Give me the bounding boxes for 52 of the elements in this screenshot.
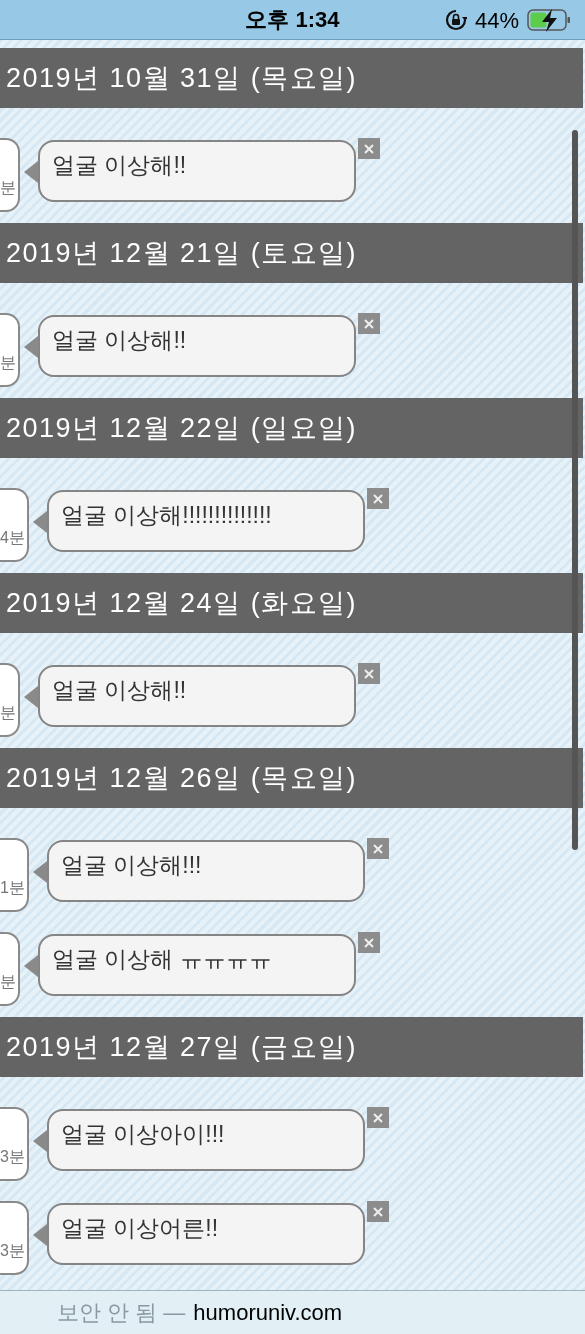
- message-bubble: 얼굴 이상해!!: [38, 665, 356, 727]
- bubble-tail: [32, 861, 47, 883]
- bubble-tail: [24, 686, 38, 708]
- bubble-tail: [24, 336, 38, 358]
- close-button[interactable]: [358, 313, 380, 334]
- message-bubble: 얼굴 이상해!!: [38, 140, 356, 202]
- close-button[interactable]: [358, 663, 380, 684]
- date-header: 2019년 12월 26일 (목요일): [0, 748, 583, 808]
- clock-time: 오후 1:34: [245, 6, 340, 34]
- url-text[interactable]: humoruniv.com: [193, 1296, 343, 1329]
- close-button[interactable]: [358, 138, 380, 159]
- message-bubble: 얼굴 이상해!!!: [46, 840, 365, 902]
- bubble-tail: [24, 161, 38, 183]
- close-button[interactable]: [358, 932, 380, 953]
- bubble-tail: [32, 1130, 47, 1152]
- time-card: 3분: [0, 1107, 29, 1181]
- close-icon: [364, 668, 374, 679]
- time-card: 분: [0, 932, 20, 1006]
- date-header: 2019년 12월 24일 (화요일): [0, 573, 583, 633]
- bubble-tail: [24, 955, 38, 977]
- message-bubble: 얼굴 이상해 ㅠㅠㅠㅠ: [38, 934, 356, 996]
- message-bubble: 얼굴 이상어른!!: [46, 1203, 365, 1265]
- message-bubble: 얼굴 이상해!!!!!!!!!!!!!!: [46, 490, 365, 552]
- date-header: 2019년 12월 21일 (토요일): [0, 223, 583, 283]
- bubble-tail: [32, 511, 47, 533]
- close-icon: [364, 937, 374, 948]
- rotation-lock-icon: [444, 9, 467, 31]
- close-button[interactable]: [366, 1107, 389, 1128]
- close-icon: [364, 318, 374, 329]
- date-header: 2019년 12월 22일 (일요일): [0, 398, 583, 458]
- time-card: 3분: [0, 1201, 29, 1275]
- close-icon: [372, 493, 383, 504]
- battery-percentage: 44%: [474, 6, 519, 35]
- close-icon: [372, 1112, 383, 1123]
- close-icon: [364, 143, 374, 154]
- date-header: 2019년 12월 27일 (금요일): [0, 1017, 583, 1077]
- close-icon: [372, 843, 383, 854]
- message-bubble: 얼굴 이상아이!!!: [46, 1109, 365, 1171]
- close-button[interactable]: [366, 838, 389, 859]
- charging-battery-icon: [527, 8, 571, 32]
- close-button[interactable]: [366, 488, 389, 509]
- message-bubble: 얼굴 이상해!!: [38, 315, 356, 377]
- time-card: 1분: [0, 838, 29, 912]
- close-icon: [372, 1206, 383, 1217]
- bubble-tail: [32, 1224, 47, 1246]
- time-card: 분: [0, 663, 20, 737]
- time-card: 분: [0, 313, 20, 387]
- time-card: 4분: [0, 488, 29, 562]
- date-header: 2019년 10월 31일 (목요일): [0, 48, 583, 108]
- security-label: 보안 안 됨 —: [57, 1299, 186, 1327]
- close-button[interactable]: [366, 1201, 389, 1222]
- time-card: 분: [0, 138, 20, 212]
